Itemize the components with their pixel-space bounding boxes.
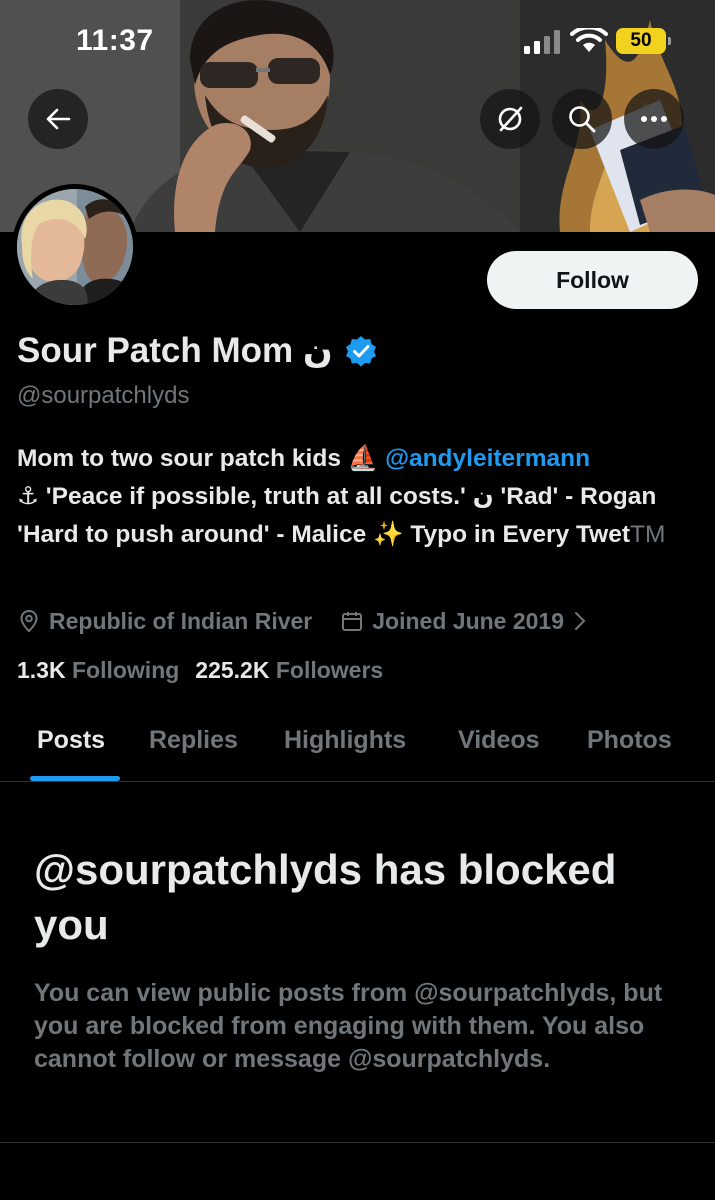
status-time: 11:37 xyxy=(76,24,154,57)
divider xyxy=(0,1142,715,1143)
location-text: Republic of Indian River xyxy=(49,607,313,634)
cellular-signal-icon xyxy=(524,30,560,54)
following-link[interactable]: 1.3K Following xyxy=(17,657,179,683)
profile-name-row: Sour Patch Mom ن xyxy=(17,328,377,374)
following-label: Following xyxy=(71,657,180,683)
more-options-button[interactable] xyxy=(624,89,684,149)
verified-badge-icon[interactable] xyxy=(345,335,377,367)
profile-bio: Mom to two sour patch kids ⛵ @andyleiter… xyxy=(17,440,707,554)
back-button[interactable] xyxy=(28,89,88,149)
following-count: 1.3K xyxy=(17,657,66,683)
profile-tabs: Posts Replies Highlights Videos Photos xyxy=(0,700,715,782)
followers-count: 225.2K xyxy=(195,657,270,683)
bio-text: ⚓ 'Peace if possible, truth at all costs… xyxy=(17,483,657,548)
tab-replies[interactable]: Replies xyxy=(149,726,238,755)
bio-text: Mom to two sour patch kids ⛵ xyxy=(17,445,386,472)
profile-stats: 1.3K Following 225.2K Followers xyxy=(17,657,383,684)
arrow-left-icon xyxy=(46,108,71,130)
profile-meta: Republic of Indian River Joined June 201… xyxy=(17,604,594,638)
profile-avatar[interactable] xyxy=(12,184,138,310)
wifi-icon xyxy=(570,28,608,52)
battery-indicator: 50 xyxy=(616,28,671,54)
calendar-icon xyxy=(342,612,363,631)
tab-photos[interactable]: Photos xyxy=(587,726,672,755)
tab-highlights[interactable]: Highlights xyxy=(284,726,406,755)
tab-posts[interactable]: Posts xyxy=(37,726,105,755)
profile-joined[interactable]: Joined June 2019 xyxy=(340,608,594,635)
blocked-title: @sourpatchlyds has blocked you xyxy=(34,846,617,948)
chevron-right-icon xyxy=(575,612,586,630)
search-icon xyxy=(569,106,596,133)
active-tab-indicator xyxy=(30,776,120,781)
followers-link[interactable]: 225.2K Followers xyxy=(195,657,383,683)
status-bar: 11:37 50 xyxy=(0,0,715,80)
joined-text: Joined June 2019 xyxy=(372,607,565,634)
profile-handle: @sourpatchlyds xyxy=(17,382,190,409)
grok-icon xyxy=(498,106,523,132)
bio-mention-link[interactable]: @andyleitermann xyxy=(385,445,590,472)
location-pin-icon xyxy=(20,609,38,633)
tab-videos[interactable]: Videos xyxy=(458,726,540,755)
blocked-description: You can view public posts from @sourpatc… xyxy=(34,979,663,1073)
bio-trademark: TM xyxy=(630,521,666,548)
profile-display-name: Sour Patch Mom ن xyxy=(17,331,333,370)
profile-location: Republic of Indian River xyxy=(17,608,312,635)
search-button[interactable] xyxy=(552,89,612,149)
avatar-photo xyxy=(17,189,133,305)
follow-button[interactable]: Follow xyxy=(487,251,698,309)
followers-label: Followers xyxy=(275,657,384,683)
grok-button[interactable] xyxy=(480,89,540,149)
more-horizontal-icon xyxy=(641,116,667,122)
